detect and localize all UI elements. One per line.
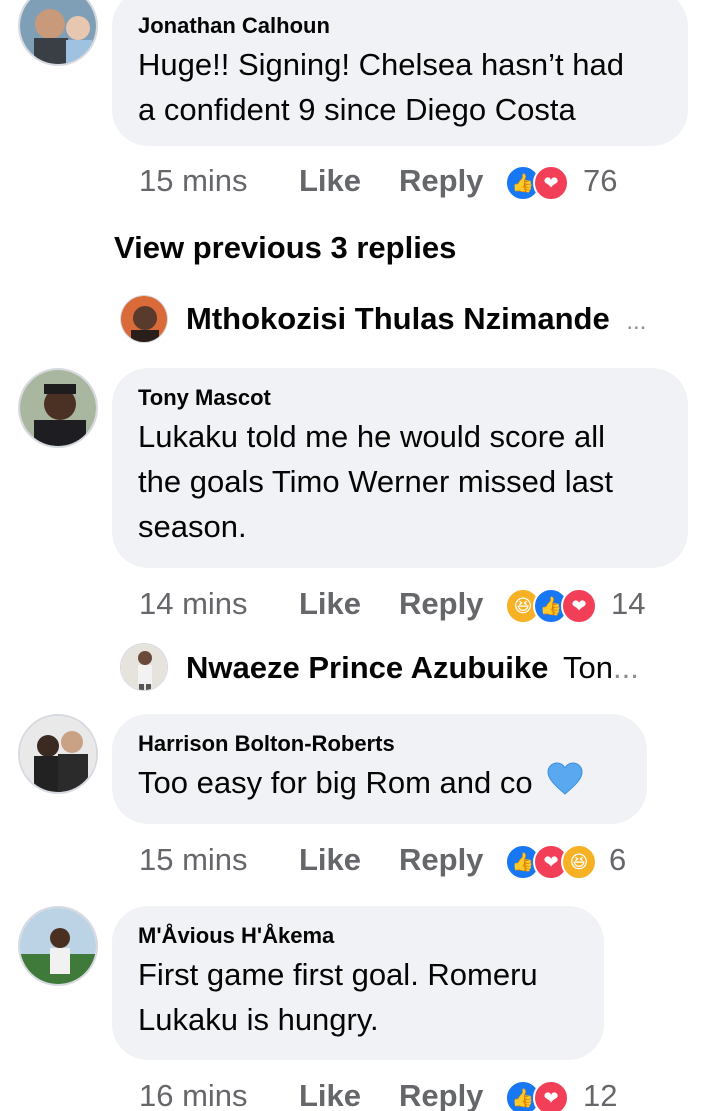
reply-preview[interactable]: Mthokozisi Thulas Nzimande ...	[186, 301, 646, 337]
comment-author[interactable]: Tony Mascot	[138, 384, 662, 412]
comment-meta: 16 mins Like Reply 👍 ❤ 12	[139, 1078, 659, 1111]
avatar-photo-icon	[121, 296, 167, 342]
love-reaction-icon: ❤	[561, 588, 597, 624]
view-previous-replies-link[interactable]: View previous 3 replies	[114, 230, 456, 266]
reactions-summary[interactable]: 👍 ❤	[505, 1078, 575, 1111]
comment-meta: 14 mins Like Reply 😆 👍 ❤ 14	[139, 586, 699, 626]
comment-author[interactable]: Jonathan Calhoun	[138, 12, 662, 40]
avatar-mthokozisi[interactable]	[120, 295, 168, 343]
avatar-mavious-hakema[interactable]	[18, 906, 98, 986]
reply-button[interactable]: Reply	[399, 842, 483, 878]
comment-time[interactable]: 15 mins	[139, 842, 248, 878]
comment-time[interactable]: 14 mins	[139, 586, 248, 622]
comment-bubble: Jonathan Calhoun Huge!! Signing! Chelsea…	[112, 0, 688, 146]
reply-button[interactable]: Reply	[399, 163, 483, 199]
avatar-photo-icon	[20, 716, 96, 792]
avatar-jonathan-calhoun[interactable]	[18, 0, 98, 66]
avatar-photo-icon	[20, 908, 96, 984]
comment-line: Lukaku is hungry.	[138, 1002, 379, 1037]
comment-time[interactable]: 16 mins	[139, 1078, 248, 1111]
comment-meta: 15 mins Like Reply 👍 ❤ 76	[139, 163, 679, 203]
ellipsis: ...	[626, 308, 647, 335]
like-button[interactable]: Like	[299, 586, 361, 622]
reply-button[interactable]: Reply	[399, 1078, 483, 1111]
comment-text: Huge!! Signing! Chelsea hasn’t had a con…	[138, 42, 662, 132]
comment-line: First game first goal. Romeru	[138, 957, 538, 992]
haha-reaction-icon: 😆	[561, 844, 597, 880]
reply-button[interactable]: Reply	[399, 586, 483, 622]
comment-line: season.	[138, 509, 247, 544]
avatar-photo-icon	[20, 370, 96, 446]
like-button[interactable]: Like	[299, 842, 361, 878]
comment-line: the goals Timo Werner missed last	[138, 464, 613, 499]
avatar-photo-icon	[121, 644, 167, 690]
comment-bubble: M'Åvious H'Åkema First game first goal. …	[112, 906, 604, 1060]
reactions-summary[interactable]: 👍 ❤	[505, 163, 575, 201]
reply-preview[interactable]: Nwaeze Prince Azubuike Ton...	[186, 650, 639, 686]
reply-author[interactable]: Mthokozisi Thulas Nzimande	[186, 301, 610, 336]
ellipsis: ...	[612, 650, 639, 685]
comment-author[interactable]: Harrison Bolton-Roberts	[138, 730, 621, 758]
comment-line: a confident 9 since Diego Costa	[138, 92, 576, 127]
reaction-count: 12	[583, 1078, 618, 1111]
blue-heart-icon	[547, 762, 583, 808]
avatar-nwaeze[interactable]	[120, 643, 168, 691]
reaction-count: 14	[611, 586, 646, 621]
reply-author[interactable]: Nwaeze Prince Azubuike	[186, 650, 548, 685]
comment-line: Lukaku told me he would score all	[138, 419, 605, 454]
love-reaction-icon: ❤	[533, 1080, 569, 1111]
comment-meta: 15 mins Like Reply 👍 ❤ 😆 6	[139, 842, 659, 882]
comment-time[interactable]: 15 mins	[139, 163, 248, 199]
like-button[interactable]: Like	[299, 163, 361, 199]
comment-line: Too easy for big Rom and co	[138, 765, 533, 800]
love-reaction-icon: ❤	[533, 165, 569, 201]
reaction-count: 76	[583, 163, 618, 198]
reply-snippet: Ton	[562, 650, 613, 685]
like-button[interactable]: Like	[299, 1078, 361, 1111]
avatar-harrison-bolton-roberts[interactable]	[18, 714, 98, 794]
avatar-photo-icon	[20, 0, 96, 64]
comment-author[interactable]: M'Åvious H'Åkema	[138, 922, 578, 950]
reactions-summary[interactable]: 👍 ❤ 😆	[505, 842, 601, 880]
reaction-count: 6	[609, 842, 627, 877]
reactions-summary[interactable]: 😆 👍 ❤	[505, 586, 605, 624]
comment-text: Lukaku told me he would score all the go…	[138, 414, 662, 549]
comment-line: Huge!! Signing! Chelsea hasn’t had	[138, 47, 624, 82]
comment-bubble: Harrison Bolton-Roberts Too easy for big…	[112, 714, 647, 824]
comment-text: First game first goal. Romeru Lukaku is …	[138, 952, 578, 1042]
comment-text: Too easy for big Rom and co	[138, 760, 621, 808]
avatar-tony-mascot[interactable]	[18, 368, 98, 448]
comment-bubble: Tony Mascot Lukaku told me he would scor…	[112, 368, 688, 568]
